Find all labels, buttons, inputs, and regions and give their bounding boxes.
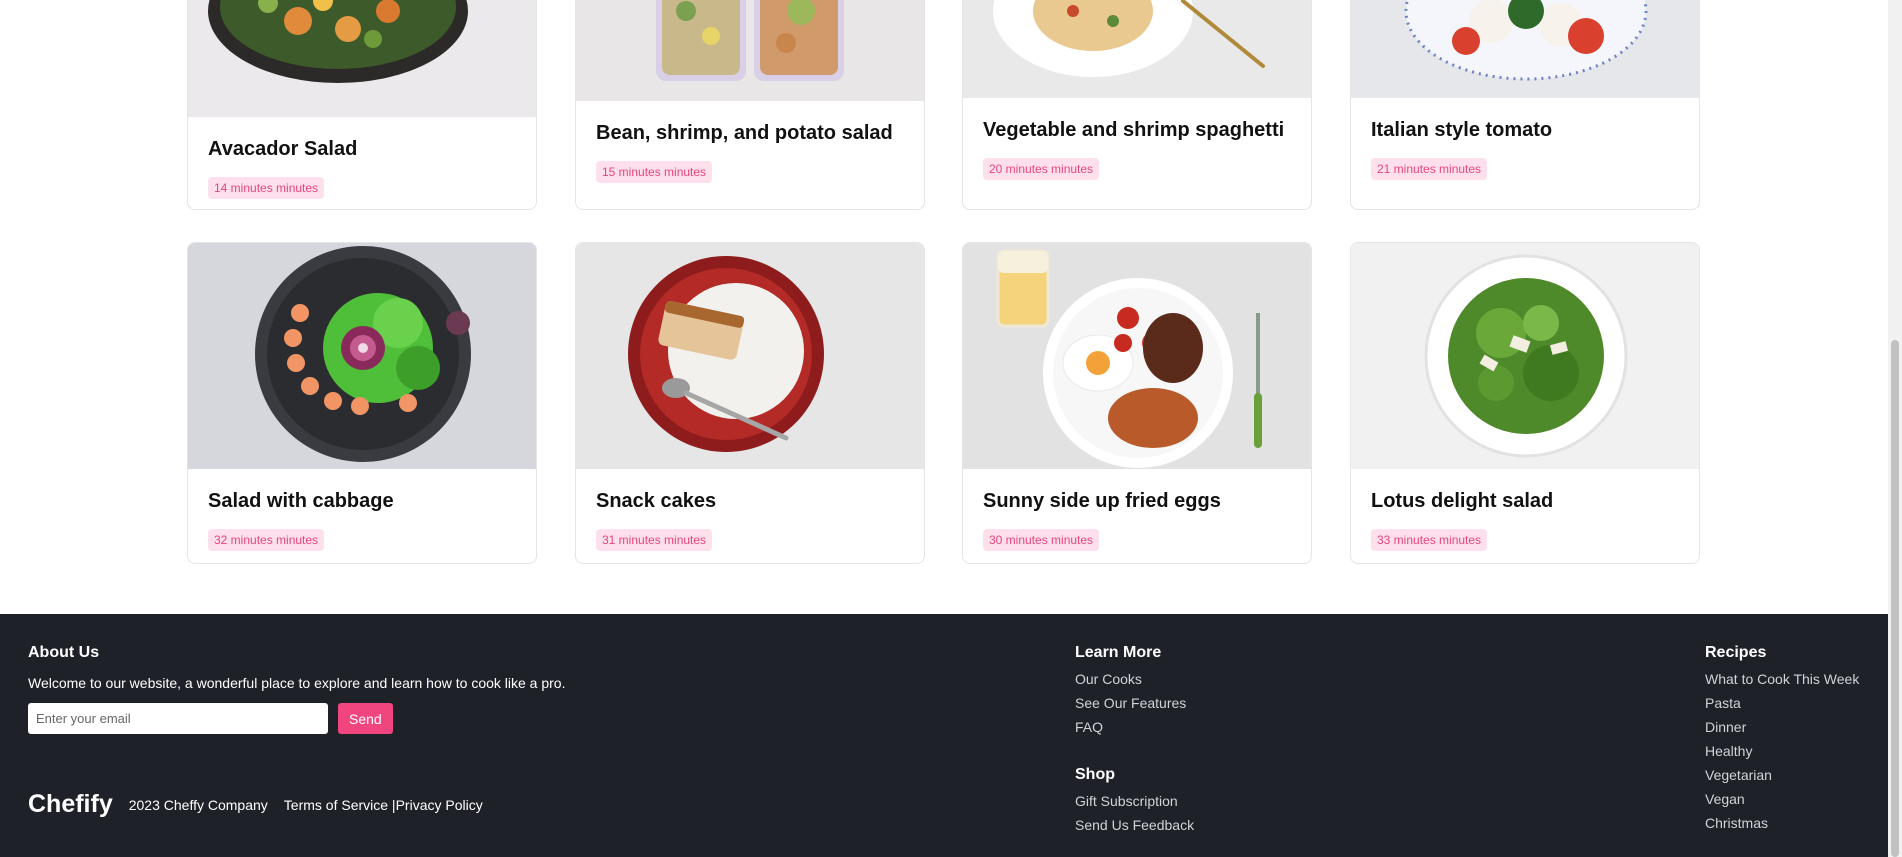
recipe-title: Vegetable and shrimp spaghetti — [983, 119, 1285, 141]
cook-time-badge: 14 minutes minutes — [208, 177, 325, 199]
newsletter-form: Send — [28, 703, 565, 734]
card-body: Salad with cabbage 32 minutes minutes — [188, 489, 536, 551]
recipe-image — [963, 243, 1311, 469]
vertical-scrollbar[interactable] — [1888, 0, 1902, 857]
card-body: Sunny side up fried eggs 30 minutes minu… — [963, 489, 1311, 551]
about-heading: About Us — [28, 644, 100, 661]
cook-time-badge: 33 minutes minutes — [1371, 529, 1488, 551]
card-body: Avacador Salad 14 minutes minutes — [188, 137, 536, 199]
recipe-card[interactable]: Snack cakes 31 minutes minutes — [575, 242, 925, 564]
footer-link-faq[interactable]: FAQ — [1075, 715, 1186, 739]
recipe-title: Lotus delight salad — [1371, 490, 1554, 512]
page: Avacador Salad 14 minutes minutes Bean, … — [0, 0, 1902, 857]
recipe-title: Italian style tomato — [1371, 119, 1553, 141]
footer-link-gift[interactable]: Gift Subscription — [1075, 789, 1194, 813]
terms-link[interactable]: Terms of Service | — [284, 797, 396, 813]
footer-link-dinner[interactable]: Dinner — [1705, 715, 1859, 739]
recipes-heading: Recipes — [1705, 644, 1767, 661]
recipe-card[interactable]: Salad with cabbage 32 minutes minutes — [187, 242, 537, 564]
recipe-card[interactable]: Avacador Salad 14 minutes minutes — [187, 0, 537, 210]
learn-more-column: Learn More Our Cooks See Our Features FA… — [1075, 644, 1186, 739]
recipe-image — [963, 0, 1311, 98]
footer-link-vegetarian[interactable]: Vegetarian — [1705, 763, 1859, 787]
cook-time-badge: 30 minutes minutes — [983, 529, 1100, 551]
recipe-title: Sunny side up fried eggs — [983, 490, 1221, 512]
recipe-image — [576, 243, 924, 469]
privacy-link[interactable]: Privacy Policy — [396, 797, 483, 813]
footer-link-healthy[interactable]: Healthy — [1705, 739, 1859, 763]
brand-logo[interactable]: Chefify — [28, 790, 113, 819]
scrollbar-thumb[interactable] — [1891, 340, 1899, 857]
card-body: Snack cakes 31 minutes minutes — [576, 489, 924, 551]
learn-more-heading: Learn More — [1075, 644, 1162, 661]
recipe-image — [1351, 243, 1699, 469]
email-input[interactable] — [28, 703, 328, 734]
shop-column: Shop Gift Subscription Send Us Feedback — [1075, 766, 1194, 837]
card-body: Bean, shrimp, and potato salad 15 minute… — [576, 121, 924, 183]
recipe-card[interactable]: Vegetable and shrimp spaghetti 20 minute… — [962, 0, 1312, 210]
recipe-image — [576, 0, 924, 101]
about-section: About Us Welcome to our website, a wonde… — [28, 644, 565, 734]
recipe-image — [1351, 0, 1699, 98]
recipe-card[interactable]: Italian style tomato 21 minutes minutes — [1350, 0, 1700, 210]
recipe-card[interactable]: Bean, shrimp, and potato salad 15 minute… — [575, 0, 925, 210]
send-button[interactable]: Send — [338, 703, 393, 734]
footer-link-what-to-cook[interactable]: What to Cook This Week — [1705, 667, 1859, 691]
recipe-title: Avacador Salad — [208, 138, 358, 160]
card-body: Vegetable and shrimp spaghetti 20 minute… — [963, 118, 1311, 180]
recipe-title: Snack cakes — [596, 490, 717, 512]
cook-time-badge: 15 minutes minutes — [596, 161, 713, 183]
recipes-column: Recipes What to Cook This Week Pasta Din… — [1705, 644, 1859, 835]
site-footer: About Us Welcome to our website, a wonde… — [0, 614, 1888, 857]
recipe-image — [188, 243, 536, 469]
recipe-title: Bean, shrimp, and potato salad — [596, 122, 893, 144]
legal-links: Terms of Service |Privacy Policy — [284, 793, 483, 817]
cook-time-badge: 31 minutes minutes — [596, 529, 713, 551]
shop-heading: Shop — [1075, 766, 1115, 783]
recipe-card[interactable]: Lotus delight salad 33 minutes minutes — [1350, 242, 1700, 564]
copyright: 2023 Cheffy Company — [128, 796, 268, 813]
footer-bottom: Chefify 2023 Cheffy Company Terms of Ser… — [28, 790, 483, 819]
footer-link-features[interactable]: See Our Features — [1075, 691, 1186, 715]
footer-link-christmas[interactable]: Christmas — [1705, 811, 1859, 835]
footer-link-our-cooks[interactable]: Our Cooks — [1075, 667, 1186, 691]
about-text: Welcome to our website, a wonderful plac… — [28, 675, 566, 691]
footer-link-pasta[interactable]: Pasta — [1705, 691, 1859, 715]
cook-time-badge: 32 minutes minutes — [208, 529, 325, 551]
card-body: Lotus delight salad 33 minutes minutes — [1351, 489, 1699, 551]
recipe-image — [188, 0, 536, 117]
card-body: Italian style tomato 21 minutes minutes — [1351, 118, 1699, 180]
recipe-card[interactable]: Sunny side up fried eggs 30 minutes minu… — [962, 242, 1312, 564]
footer-link-feedback[interactable]: Send Us Feedback — [1075, 813, 1194, 837]
cook-time-badge: 20 minutes minutes — [983, 158, 1100, 180]
recipe-title: Salad with cabbage — [208, 490, 394, 512]
cook-time-badge: 21 minutes minutes — [1371, 158, 1488, 180]
footer-link-vegan[interactable]: Vegan — [1705, 787, 1859, 811]
